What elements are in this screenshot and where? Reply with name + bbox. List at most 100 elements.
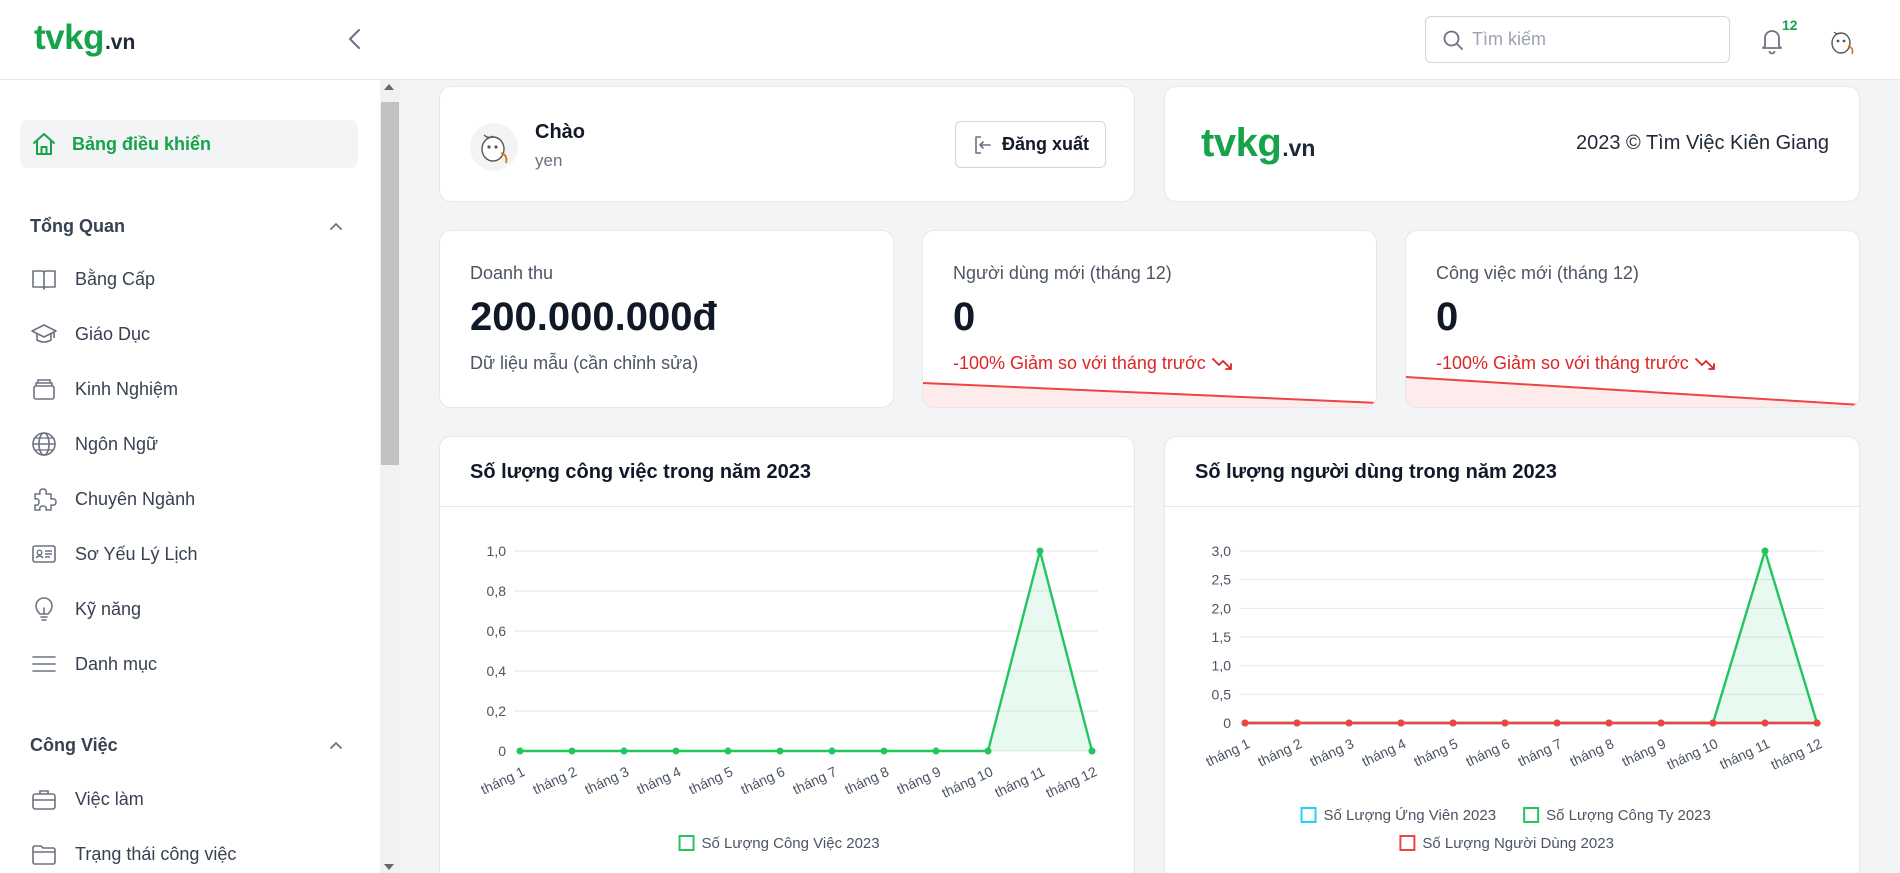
logout-button[interactable]: Đăng xuất bbox=[955, 121, 1106, 168]
x-tick-label: tháng 1 bbox=[478, 763, 527, 797]
legend-label: Số Lượng Người Dùng 2023 bbox=[1422, 835, 1614, 852]
stat-value: 0 bbox=[1436, 295, 1459, 339]
stat-card-new-users: Người dùng mới (tháng 12) 0 -100% Giảm s… bbox=[922, 230, 1377, 408]
welcome-card: Chào yen Đăng xuất bbox=[439, 86, 1135, 202]
scroll-down-arrow-icon[interactable] bbox=[384, 864, 394, 870]
y-tick-label: 2,0 bbox=[1212, 600, 1232, 616]
x-tick-label: tháng 11 bbox=[992, 763, 1047, 800]
sidebar-item-experience[interactable]: Kinh Nghiệm bbox=[30, 369, 360, 409]
chevron-up-icon[interactable] bbox=[326, 735, 346, 755]
legend-swatch bbox=[678, 835, 695, 851]
stat-trend-text: -100% Giảm so với tháng trước bbox=[1436, 353, 1689, 373]
data-point bbox=[1293, 719, 1301, 727]
jobs-sparkline bbox=[1406, 376, 1859, 407]
x-tick-label: tháng 8 bbox=[842, 763, 891, 797]
app-logo[interactable]: tvkg .vn bbox=[34, 18, 135, 58]
sidebar-item-label: Sơ Yếu Lý Lịch bbox=[75, 543, 198, 564]
sidebar-item-label: Bằng Cấp bbox=[75, 268, 156, 289]
data-point bbox=[1088, 747, 1096, 755]
stat-note: Dữ liệu mẫu (cần chỉnh sửa) bbox=[470, 353, 699, 373]
sidebar-scrollbar-thumb[interactable] bbox=[381, 102, 399, 465]
top-header: tvkg .vn 12 bbox=[0, 0, 1900, 80]
sidebar-item-jobs[interactable]: Việc làm bbox=[30, 779, 360, 819]
y-tick-label: 0,4 bbox=[487, 663, 507, 679]
stat-trend: -100% Giảm so với tháng trước bbox=[953, 353, 1234, 374]
search-box[interactable] bbox=[1425, 16, 1730, 63]
x-tick-label: tháng 7 bbox=[790, 763, 839, 797]
sidebar-item-skills[interactable]: Kỹ năng bbox=[30, 589, 360, 629]
stat-value: 0 bbox=[953, 295, 976, 339]
sidebar-item-label: Kinh Nghiệm bbox=[75, 378, 179, 399]
jobs-chart-card: Số lượng công việc trong năm 2023 0 0,2 0,… bbox=[439, 436, 1135, 873]
logo-text: tvkg bbox=[1201, 121, 1282, 165]
stat-label: Người dùng mới (tháng 12) bbox=[953, 263, 1172, 283]
logout-icon bbox=[975, 135, 991, 154]
data-point bbox=[672, 747, 680, 755]
data-point bbox=[776, 747, 784, 755]
data-point bbox=[1761, 719, 1769, 727]
y-tick-label: 0 bbox=[1223, 715, 1231, 731]
y-tick-label: 1,0 bbox=[487, 543, 507, 559]
data-point bbox=[1813, 719, 1821, 727]
sidebar-item-education[interactable]: Giáo Dục bbox=[30, 314, 360, 354]
x-tick-label: tháng 9 bbox=[894, 763, 943, 797]
sidebar-item-dashboard[interactable]: Bảng điều khiển bbox=[20, 120, 358, 168]
sidebar-item-label: Ngôn Ngữ bbox=[75, 433, 159, 454]
sidebar-item-degrees[interactable]: Bằng Cấp bbox=[30, 259, 360, 299]
legend-swatch bbox=[1523, 807, 1540, 823]
sidebar-item-label: Danh mục bbox=[75, 653, 158, 674]
data-point bbox=[828, 747, 836, 755]
data-point bbox=[1761, 547, 1769, 555]
data-point bbox=[932, 747, 940, 755]
legend-swatch bbox=[1399, 835, 1416, 851]
x-tick-label: tháng 4 bbox=[1359, 735, 1408, 769]
x-tick-label: tháng 6 bbox=[738, 763, 787, 797]
sidebar-item-resume[interactable]: Sơ Yếu Lý Lịch bbox=[30, 534, 360, 574]
sidebar-item-majors[interactable]: Chuyên Ngành bbox=[30, 479, 360, 519]
x-tick-label: tháng 6 bbox=[1463, 735, 1512, 769]
section-title-overview: Tổng Quan bbox=[30, 216, 125, 236]
sidebar-item-languages[interactable]: Ngôn Ngữ bbox=[30, 424, 360, 464]
user-avatar[interactable] bbox=[1824, 24, 1860, 60]
search-input[interactable] bbox=[1472, 29, 1712, 50]
data-point bbox=[1036, 547, 1044, 555]
data-point bbox=[1345, 719, 1353, 727]
stat-value: 200.000.000đ bbox=[470, 295, 717, 339]
chart-header: Số lượng người dùng trong năm 2023 bbox=[1165, 437, 1859, 507]
chart-title: Số lượng người dùng trong năm 2023 bbox=[1195, 461, 1557, 483]
x-tick-label: tháng 12 bbox=[1043, 763, 1099, 801]
scroll-up-arrow-icon[interactable] bbox=[384, 84, 394, 90]
sidebar-item-label: Chuyên Ngành bbox=[75, 488, 196, 509]
logo-suffix: .vn bbox=[104, 31, 136, 54]
users-sparkline bbox=[923, 382, 1376, 407]
x-tick-label: tháng 7 bbox=[1515, 735, 1564, 769]
y-tick-label: 0,8 bbox=[487, 583, 507, 599]
legend-label: Số Lượng Công Việc 2023 bbox=[702, 835, 880, 852]
briefcase-icon bbox=[32, 790, 56, 810]
x-tick-label: tháng 5 bbox=[686, 763, 735, 797]
x-tick-label: tháng 10 bbox=[939, 763, 995, 801]
sidebar-item-job-status[interactable]: Trạng thái công việc bbox=[30, 834, 360, 873]
x-tick-label: tháng 4 bbox=[634, 763, 683, 797]
x-tick-label: tháng 9 bbox=[1619, 735, 1668, 769]
data-point bbox=[1501, 719, 1509, 727]
data-point bbox=[1605, 719, 1613, 727]
collapse-sidebar-chevron-left-icon[interactable] bbox=[340, 24, 370, 54]
data-point bbox=[1657, 719, 1665, 727]
data-point bbox=[1241, 719, 1249, 727]
folder-icon bbox=[32, 845, 56, 865]
logout-label: Đăng xuất bbox=[1001, 134, 1089, 154]
section-title-jobs: Công Việc bbox=[30, 735, 118, 755]
id-card-icon bbox=[32, 545, 56, 563]
y-tick-label: 3,0 bbox=[1212, 543, 1232, 559]
logo-suffix: .vn bbox=[1282, 135, 1316, 161]
legend-label: Số Lượng Ứng Viên 2023 bbox=[1324, 807, 1497, 824]
users-chart-card: Số lượng người dùng trong năm 2023 0 0,5 1… bbox=[1164, 436, 1860, 873]
x-tick-label: tháng 5 bbox=[1411, 735, 1460, 769]
x-tick-label: tháng 2 bbox=[530, 763, 579, 797]
chevron-up-icon[interactable] bbox=[326, 216, 346, 236]
x-tick-label: tháng 8 bbox=[1567, 735, 1616, 769]
x-tick-label: tháng 11 bbox=[1717, 735, 1772, 772]
data-point bbox=[620, 747, 628, 755]
sidebar-item-categories[interactable]: Danh mục bbox=[30, 644, 360, 684]
